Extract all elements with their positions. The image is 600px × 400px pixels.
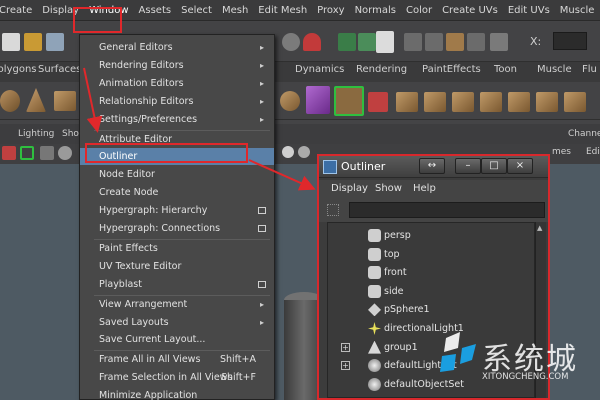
annotation-arrow-down	[83, 67, 103, 133]
annotation-arrow-right	[248, 159, 316, 191]
watermark-logo-icon	[440, 332, 476, 372]
watermark-en: XITONGCHENG.COM	[482, 372, 569, 382]
